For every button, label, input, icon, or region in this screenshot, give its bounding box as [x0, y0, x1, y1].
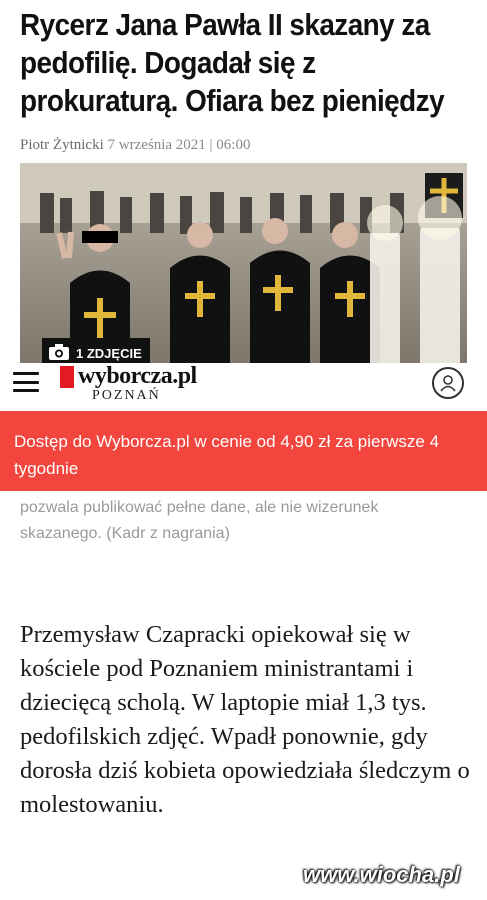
logo-text: wyborcza.pl	[78, 363, 197, 389]
photo-caption: pozwala publikować pełne dane, ale nie w…	[20, 499, 379, 542]
author-name[interactable]: Piotr Żytnicki	[20, 137, 104, 153]
hamburger-menu-icon[interactable]	[13, 372, 39, 392]
logo-mark-icon	[60, 365, 74, 388]
watermark: www.wiocha.pl	[303, 862, 460, 887]
photo-count-label: 1 ZDJĘCIE	[76, 345, 142, 361]
user-account-icon[interactable]	[432, 367, 464, 399]
article-photo[interactable]	[20, 163, 467, 366]
site-header: wyborcza.pl	[0, 363, 487, 411]
city-section-label: POZNAŃ	[92, 388, 161, 403]
publish-date: 7 września 2021 | 06:00	[107, 137, 251, 153]
article-lead: Przemysław Czapracki opiekował się w koś…	[20, 621, 470, 818]
article-photo-illustration	[20, 163, 467, 366]
article-headline: Rycerz Jana Pawła II skazany za pedofili…	[20, 7, 445, 118]
subscription-banner-text: Dostęp do Wyborcza.pl w cenie od 4,90 zł…	[14, 432, 440, 478]
site-logo[interactable]: wyborcza.pl	[60, 363, 197, 390]
subscription-banner[interactable]: Dostęp do Wyborcza.pl w cenie od 4,90 zł…	[0, 411, 487, 491]
camera-icon	[48, 343, 70, 364]
article-byline: Piotr Żytnicki 7 września 2021 | 06:00	[20, 137, 250, 154]
